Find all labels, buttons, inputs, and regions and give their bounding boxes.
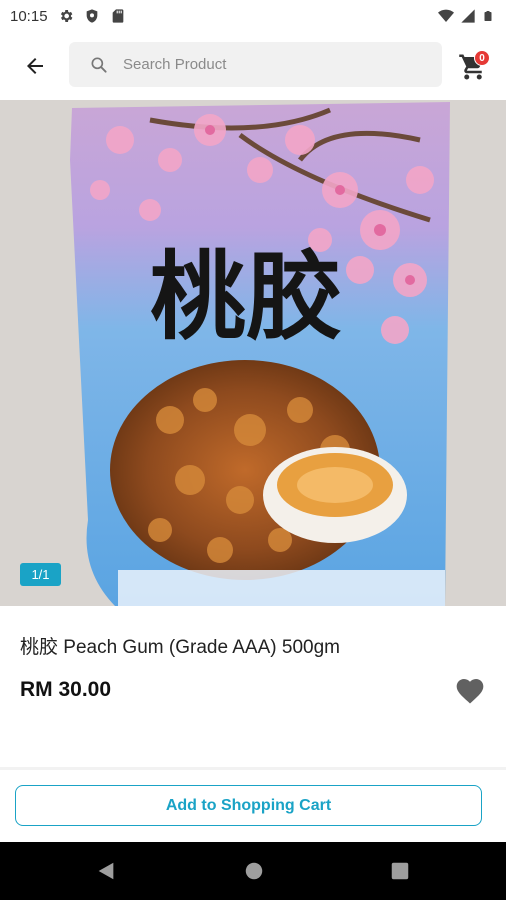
battery-icon xyxy=(484,11,492,21)
search-input[interactable] xyxy=(121,55,415,74)
status-bar: 10:15 xyxy=(0,0,506,32)
status-left: 10:15 xyxy=(10,8,126,25)
shield-icon xyxy=(86,9,97,23)
favorite-button[interactable] xyxy=(453,675,487,707)
product-price: RM 30.00 xyxy=(20,678,112,701)
cart-button[interactable]: 0 xyxy=(458,48,494,84)
product-image[interactable]: 桃胶 xyxy=(0,100,506,606)
cart-count-badge: 0 xyxy=(474,50,490,66)
wifi-icon xyxy=(438,9,454,22)
search-icon xyxy=(91,57,107,73)
product-title: 桃胶 Peach Gum (Grade AAA) 500gm xyxy=(20,637,340,658)
heart-icon xyxy=(456,679,484,704)
add-to-cart-button[interactable]: Add to Shopping Cart xyxy=(15,785,482,826)
product-photo: 桃胶 xyxy=(0,100,506,606)
package-title: 桃胶 xyxy=(150,241,342,353)
back-triangle-icon[interactable] xyxy=(95,860,117,882)
navigation-bar xyxy=(0,842,506,900)
top-bar: 0 xyxy=(0,32,506,100)
search-bar[interactable] xyxy=(69,42,442,87)
arrow-left-icon xyxy=(27,58,43,74)
sd-card-icon xyxy=(112,9,123,23)
status-right xyxy=(438,8,494,24)
home-circle-icon[interactable] xyxy=(243,860,265,882)
status-time: 10:15 xyxy=(10,7,48,25)
divider xyxy=(0,767,506,770)
image-counter: 1/1 xyxy=(20,563,61,586)
back-button[interactable] xyxy=(18,49,52,83)
signal-icon xyxy=(461,9,475,23)
recents-square-icon[interactable] xyxy=(389,860,411,882)
gear-icon xyxy=(60,10,72,22)
